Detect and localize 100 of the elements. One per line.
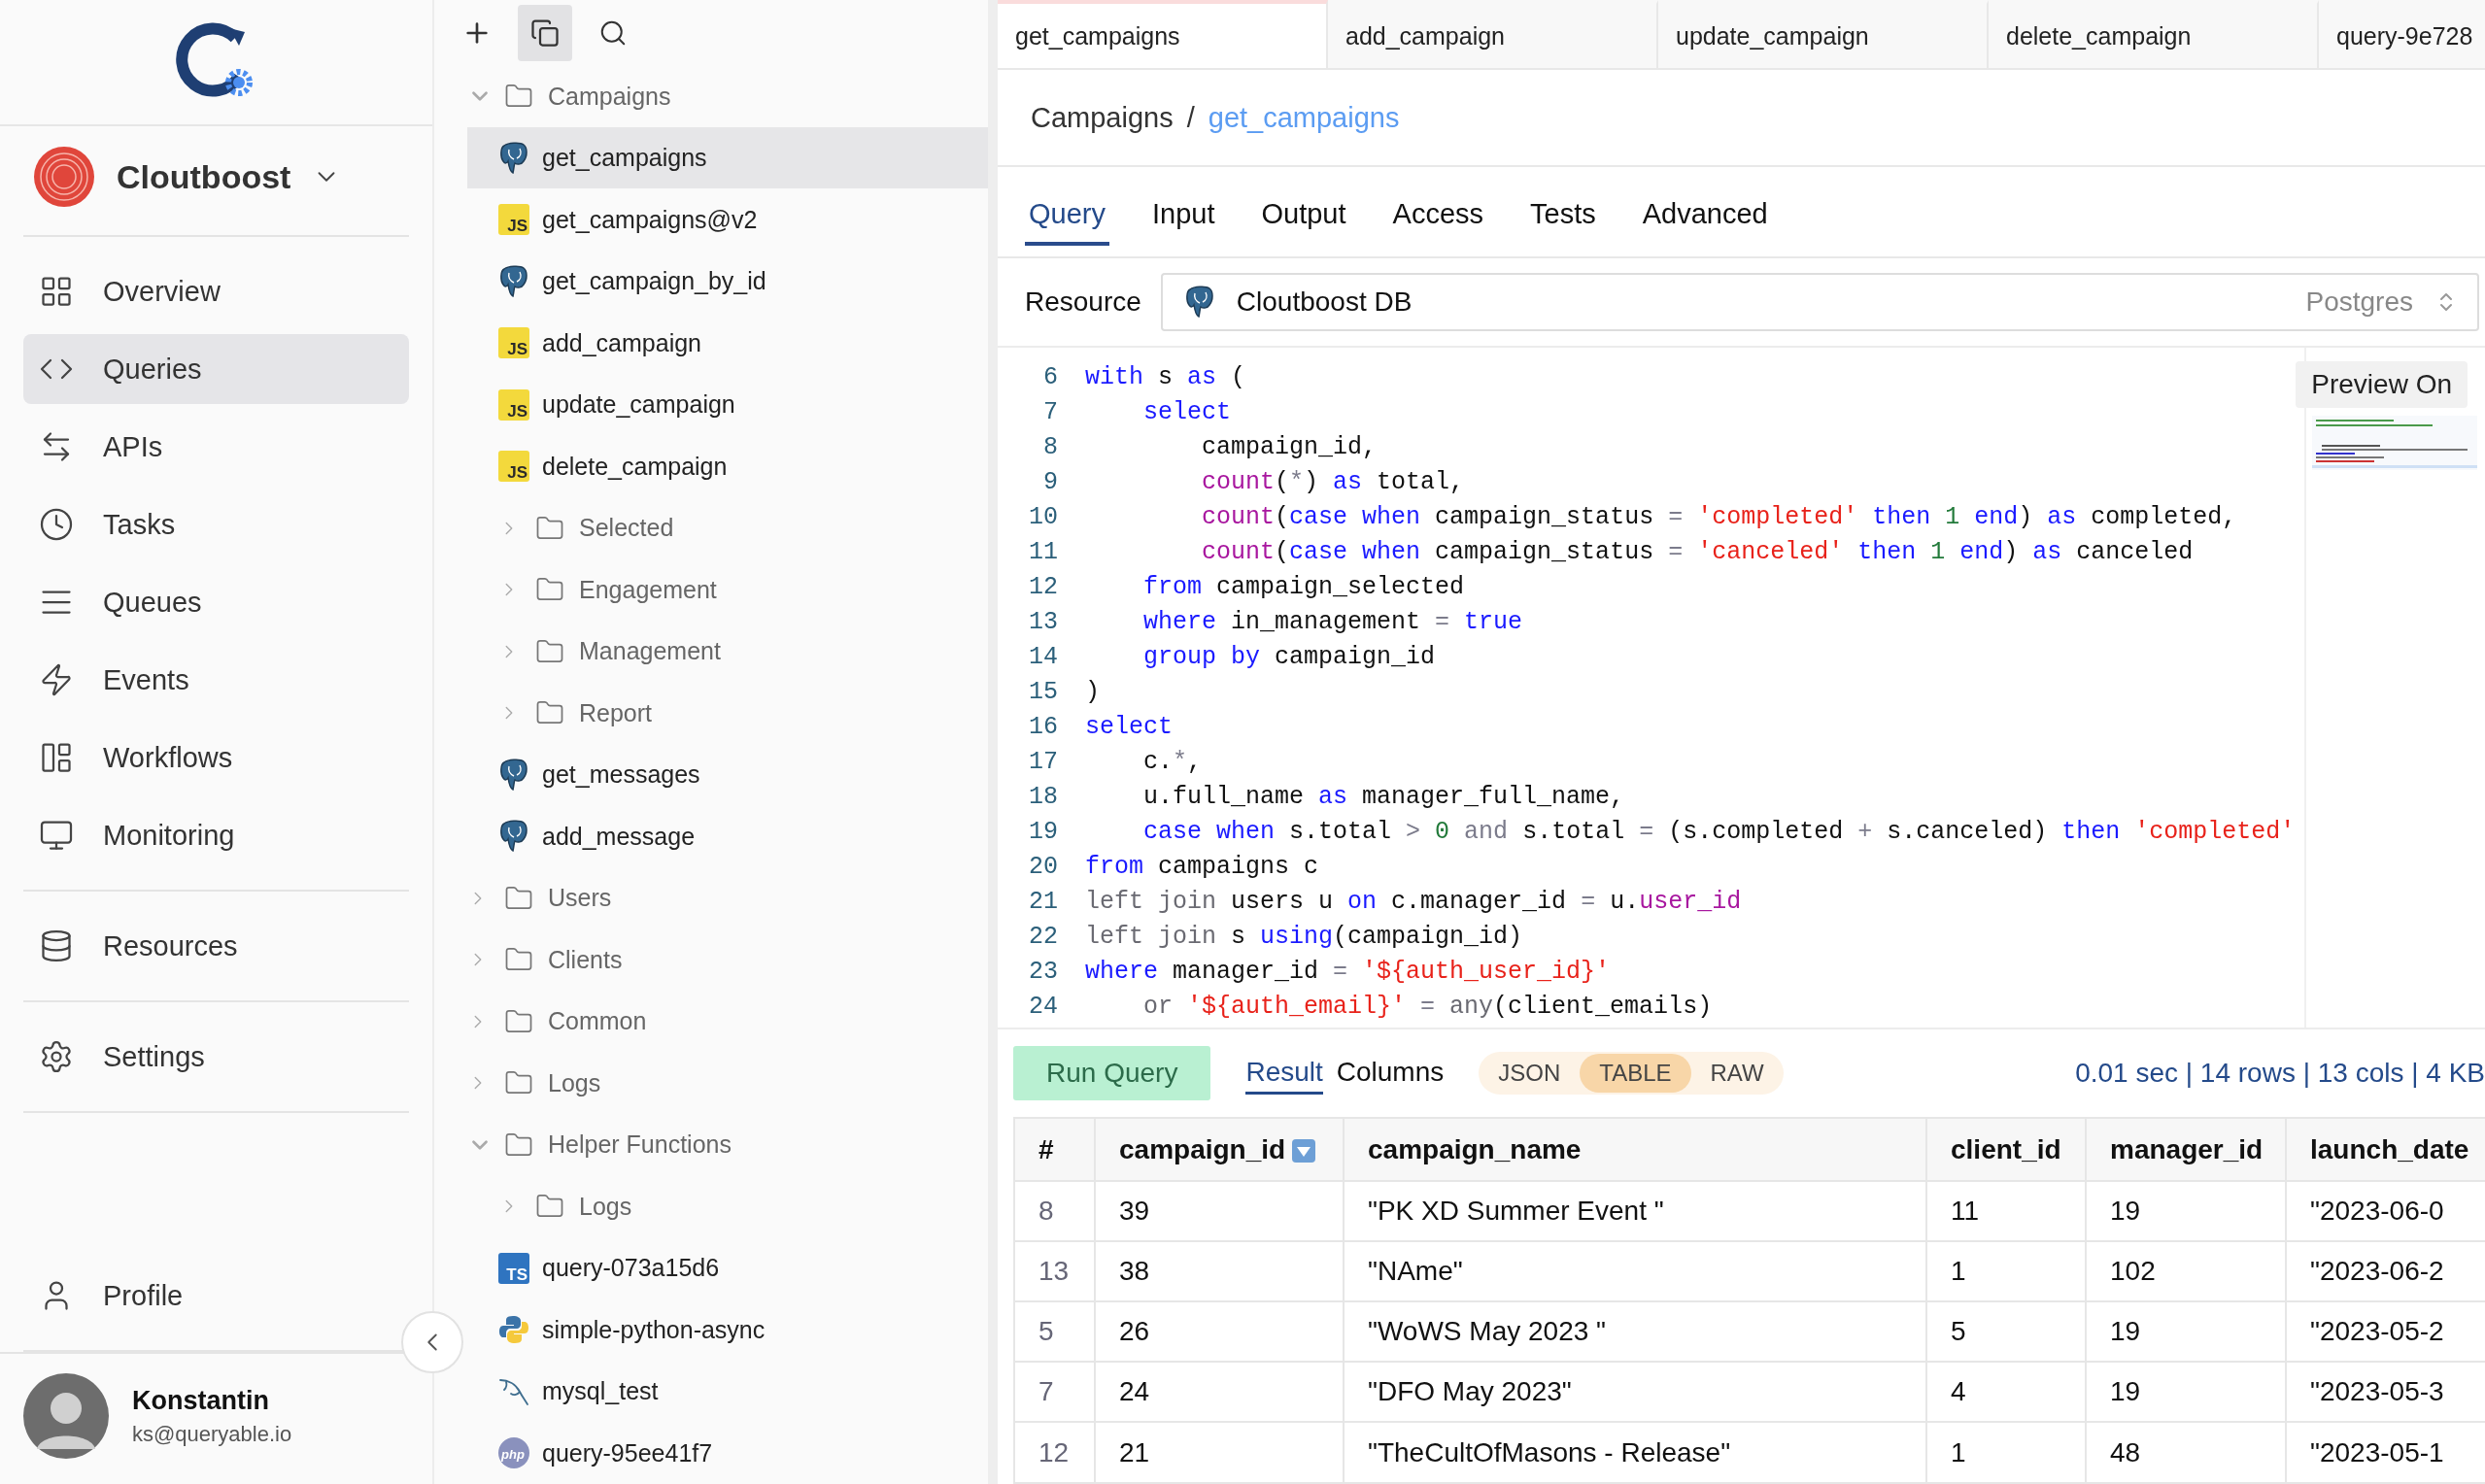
user-name: Konstantin <box>132 1385 270 1416</box>
resource-label: Resource <box>1025 287 1141 318</box>
breadcrumb-link[interactable]: Campaigns <box>1031 101 1174 134</box>
query-tab[interactable]: Query <box>1025 186 1109 246</box>
grid-icon <box>39 274 74 309</box>
result-tab[interactable]: Columns <box>1336 1052 1445 1095</box>
folder-label[interactable]: Campaigns <box>548 82 671 111</box>
folder-label[interactable]: Report <box>579 698 653 727</box>
nav-item[interactable]: APIs <box>23 412 409 482</box>
query-item[interactable]: mysql_test <box>467 1360 988 1423</box>
query-name: mysql_test <box>542 1377 659 1406</box>
js-badge-icon: JS <box>498 388 529 421</box>
column-header[interactable]: # <box>1015 1119 1095 1181</box>
line-number: 18 <box>1028 782 1059 811</box>
query-item[interactable]: JS delete_campaign <box>467 435 988 497</box>
table-cell: 19 <box>2086 1301 2286 1362</box>
line-number: 7 <box>1042 397 1059 426</box>
query-tab[interactable]: Output <box>1257 186 1350 246</box>
nav-item[interactable]: Overview <box>23 256 409 326</box>
column-header[interactable]: launch_date <box>2286 1119 2485 1181</box>
nav-item[interactable]: Settings <box>23 1022 409 1092</box>
query-item[interactable]: JS add_campaign <box>467 312 988 374</box>
editor-tab[interactable]: get_campaigns <box>998 0 1328 68</box>
folder-label[interactable]: Common <box>548 1007 647 1036</box>
folder-label[interactable]: Selected <box>579 514 674 543</box>
table-cell: "DFO May 2023" <box>1344 1362 1926 1422</box>
nav-item[interactable]: Monitoring <box>23 800 409 870</box>
query-item[interactable]: get_messages <box>467 743 988 806</box>
query-item[interactable]: JS update_campaign <box>467 373 988 436</box>
table-cell: 5 <box>1926 1301 2086 1362</box>
table-cell: 21 <box>1095 1422 1344 1482</box>
query-tab[interactable]: Input <box>1148 186 1219 246</box>
nav-item[interactable]: Resources <box>23 911 409 981</box>
line-number: 13 <box>1028 607 1059 636</box>
table-cell: "2023-05-3 <box>2286 1362 2485 1422</box>
settings-icon <box>39 1039 74 1074</box>
query-item[interactable]: php query-95ee41f7 <box>467 1422 988 1484</box>
query-tab[interactable]: Advanced <box>1638 186 1772 246</box>
folder-label[interactable]: Clients <box>548 945 623 974</box>
format-toggle[interactable]: TABLE <box>1580 1054 1691 1093</box>
editor-tab[interactable]: update_campaign <box>1658 0 1989 68</box>
query-tab[interactable]: Tests <box>1526 186 1600 246</box>
nav-item[interactable]: Queries <box>23 334 409 404</box>
column-header[interactable]: campaign_name <box>1344 1119 1926 1181</box>
folder-label[interactable]: Management <box>579 637 721 666</box>
line-number: 19 <box>1028 817 1059 846</box>
nav-item[interactable]: Events <box>23 645 409 715</box>
copy-button[interactable] <box>518 4 572 61</box>
code-line: from campaign_selected <box>1142 572 1465 601</box>
editor-tab[interactable]: add_campaign <box>1328 0 1658 68</box>
query-item[interactable]: get_campaign_by_id <box>467 250 988 313</box>
table-cell: 48 <box>2086 1422 2286 1482</box>
nav-item[interactable]: Tasks <box>23 489 409 559</box>
query-item[interactable]: add_message <box>467 805 988 867</box>
table-cell: 39 <box>1095 1181 1344 1241</box>
elephant-icon <box>498 758 529 792</box>
query-item[interactable]: TS query-073a15d6 <box>467 1236 988 1299</box>
ts-badge-icon: TS <box>498 1252 529 1284</box>
folder-label[interactable]: Engagement <box>579 575 717 604</box>
table-cell: 38 <box>1095 1241 1344 1301</box>
user-email: ks@queryable.io <box>132 1421 292 1447</box>
folder-label[interactable]: Logs <box>579 1192 632 1221</box>
result-tab[interactable]: Result <box>1245 1052 1323 1095</box>
table-cell: 1 <box>1926 1422 2086 1482</box>
line-number: 14 <box>1028 642 1059 671</box>
editor-tab[interactable]: query-9e728 <box>2319 0 2485 68</box>
folder-label[interactable]: Users <box>548 884 612 913</box>
clock-icon <box>39 507 74 542</box>
query-name: get_campaign_by_id <box>542 267 766 296</box>
query-item[interactable]: simple-python-async <box>467 1298 988 1361</box>
table-cell: 5 <box>1015 1301 1095 1362</box>
table-cell: 11 <box>1926 1181 2086 1241</box>
query-name: query-95ee41f7 <box>542 1438 713 1467</box>
nav-item[interactable]: Profile <box>23 1261 409 1331</box>
column-header[interactable]: manager_id <box>2086 1119 2286 1181</box>
org-name[interactable]: Cloutboost <box>117 157 291 196</box>
folder-label[interactable]: Logs <box>548 1068 601 1097</box>
format-toggle[interactable]: RAW <box>1690 1054 1784 1093</box>
column-header[interactable]: campaign_id <box>1095 1119 1344 1181</box>
format-toggle[interactable]: JSON <box>1479 1054 1581 1093</box>
nav-item[interactable]: Queues <box>23 567 409 637</box>
query-item[interactable]: get_campaigns <box>467 126 988 189</box>
line-number: 9 <box>1042 467 1059 496</box>
query-name: get_messages <box>542 760 700 790</box>
column-header[interactable]: client_id <box>1926 1119 2086 1181</box>
snakes-icon <box>498 1314 529 1346</box>
sort-icon[interactable] <box>1291 1138 1317 1164</box>
line-number: 23 <box>1028 957 1059 986</box>
query-tab[interactable]: Access <box>1388 186 1488 246</box>
query-item[interactable]: JS get_campaigns@v2 <box>467 188 988 251</box>
line-number: 20 <box>1028 852 1059 881</box>
editor-tab[interactable]: delete_campaign <box>1989 0 2319 68</box>
preview-button[interactable]: Preview On <box>2296 361 2468 408</box>
table-cell: "2023-06-2 <box>2286 1241 2485 1301</box>
folder-label[interactable]: Helper Functions <box>548 1130 732 1160</box>
code-line: case when s.total > 0 and s.total = (s.completed + s.canceled) then 'completed' <box>1142 817 2296 846</box>
table-cell: "2023-05-2 <box>2286 1301 2485 1362</box>
resource-select[interactable]: Cloutboost DB Postgres <box>1160 273 2479 331</box>
run-query-button[interactable]: Run Query <box>1013 1046 1211 1100</box>
nav-item[interactable]: Workflows <box>23 723 409 793</box>
